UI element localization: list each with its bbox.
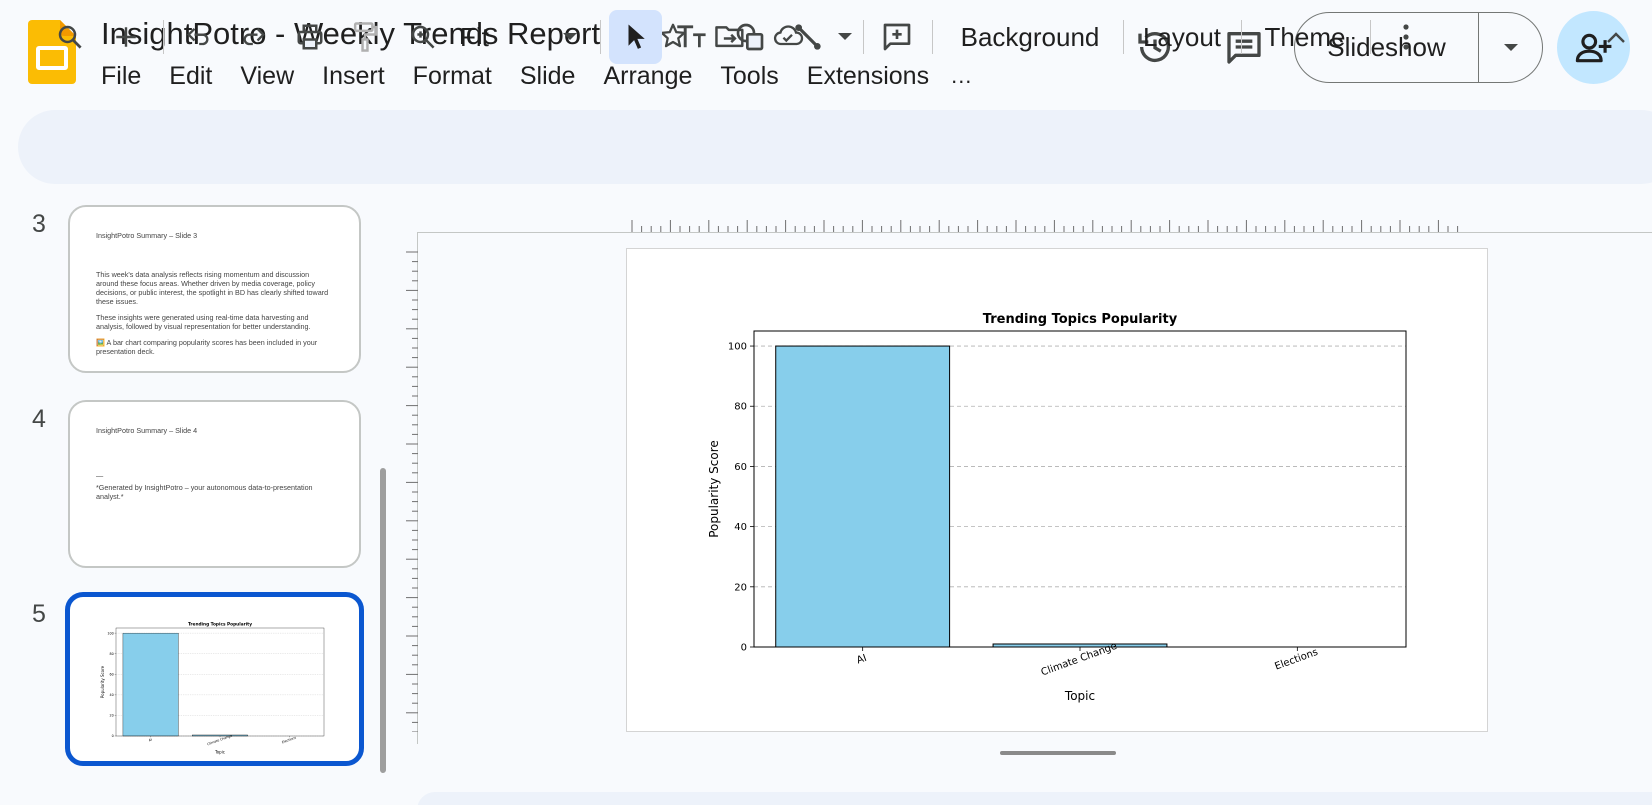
y-tick-label: 80 [109, 652, 113, 656]
new-slide-icon[interactable] [106, 10, 146, 64]
thumbnail-title: InsightPotro Summary – Slide 4 [96, 426, 198, 435]
theme-button[interactable]: Theme [1262, 10, 1348, 64]
text-box-icon[interactable] [672, 10, 712, 64]
y-tick-label: 80 [734, 402, 747, 413]
comments-icon[interactable] [1220, 23, 1268, 71]
menu-arrange[interactable]: Arrange [603, 62, 692, 91]
menu-insert[interactable]: Insert [322, 62, 385, 91]
print-icon[interactable] [292, 10, 328, 64]
paint-format-icon[interactable] [348, 10, 382, 64]
x-tick-label: Elections [281, 735, 297, 744]
collapse-toolbar-icon[interactable] [1602, 10, 1630, 64]
slideshow-dropdown-icon[interactable] [1479, 13, 1542, 82]
menu-edit[interactable]: Edit [169, 62, 212, 91]
redo-icon[interactable] [236, 10, 272, 64]
insert-comment-icon[interactable] [877, 10, 917, 64]
y-tick-label: 60 [734, 462, 747, 473]
thumbnail-paragraph: 🖼️ A bar chart comparing popularity scor… [96, 338, 318, 356]
menu-file[interactable]: File [101, 62, 141, 91]
vertical-ruler[interactable] [402, 248, 418, 732]
x-tick-label: AI [855, 653, 868, 667]
thumbnail-chart: 020406080100AI Climate Change ElectionsTre… [100, 621, 325, 754]
x-axis-label: Topic [1064, 689, 1095, 703]
slide-thumbnail-3[interactable]: InsightPotro Summary – Slide 3 This week… [68, 205, 361, 373]
slide-number: 3 [32, 210, 46, 238]
y-tick-label: 20 [109, 714, 113, 718]
bar [122, 632, 179, 737]
more-options-icon[interactable] [1392, 10, 1420, 64]
line-dropdown-icon[interactable] [834, 10, 856, 64]
y-tick-label: 60 [109, 672, 113, 676]
menu-more-icon[interactable]: ... [951, 63, 972, 89]
menu-slide[interactable]: Slide [520, 62, 576, 91]
y-axis-label: Popularity Score [100, 665, 105, 698]
undo-icon[interactable] [180, 10, 216, 64]
slide-canvas[interactable]: 0 20 40 60 80 100 AI Climate Change Elections Tre… [626, 248, 1488, 732]
y-axis-label: Popularity Score [707, 440, 721, 538]
y-tick-label: 20 [734, 582, 747, 593]
menu-tools[interactable]: Tools [720, 62, 778, 91]
thumbnail-rule: — [96, 471, 104, 480]
line-icon[interactable] [788, 10, 828, 64]
bar-chart[interactable]: 020406080100AI Climate Change ElectionsTre… [627, 249, 1489, 733]
zoom-select[interactable]: Fit [460, 10, 500, 64]
zoom-icon[interactable] [404, 10, 442, 64]
filmstrip-scrollbar[interactable] [380, 468, 386, 773]
layout-button[interactable]: Layout [1140, 10, 1224, 64]
y-tick-label: 0 [741, 643, 747, 654]
menu-view[interactable]: View [240, 62, 294, 91]
slide-number: 5 [32, 600, 46, 628]
speaker-notes-handle[interactable] [1000, 751, 1116, 755]
thumbnail-title: InsightPotro Summary – Slide 3 [96, 231, 198, 240]
slide-thumbnail-5[interactable]: 0 20 40 60 80 100 AI Climate Change Elections Tre… [65, 592, 364, 766]
y-tick-label: 100 [728, 342, 747, 353]
menu-extensions[interactable]: Extensions [807, 62, 929, 91]
horizontal-ruler[interactable] [626, 216, 1488, 232]
select-cursor-icon[interactable] [609, 10, 662, 64]
chart-title: Trending Topics Popularity [983, 312, 1178, 327]
y-tick-label: 40 [734, 522, 747, 533]
slide-thumbnail-4[interactable]: InsightPotro Summary – Slide 4 — *Genera… [68, 400, 361, 568]
y-tick-label: 100 [107, 631, 113, 635]
x-tick-label: AI [148, 738, 152, 743]
x-axis-label: Topic [214, 749, 225, 754]
thumbnail-paragraph: This week's data analysis reflects risin… [96, 270, 329, 306]
y-tick-label: 40 [109, 693, 113, 697]
background-button[interactable]: Background [955, 10, 1105, 64]
shape-icon[interactable] [730, 10, 770, 64]
bar [775, 345, 951, 648]
y-tick-label: 0 [112, 734, 114, 738]
chart-title: Trending Topics Popularity [188, 621, 252, 627]
thumbnail-paragraph: *Generated by InsightPotro – your autono… [96, 483, 313, 501]
menu-format[interactable]: Format [413, 62, 492, 91]
speaker-notes-panel[interactable] [417, 792, 1652, 805]
toolbar [18, 110, 1652, 184]
x-tick-label: Elections [1273, 647, 1319, 673]
zoom-dropdown-icon[interactable] [558, 10, 582, 64]
thumbnail-paragraph: These insights were generated using real… [96, 313, 311, 331]
search-menus-icon[interactable] [40, 10, 100, 64]
slide-number: 4 [32, 405, 46, 433]
